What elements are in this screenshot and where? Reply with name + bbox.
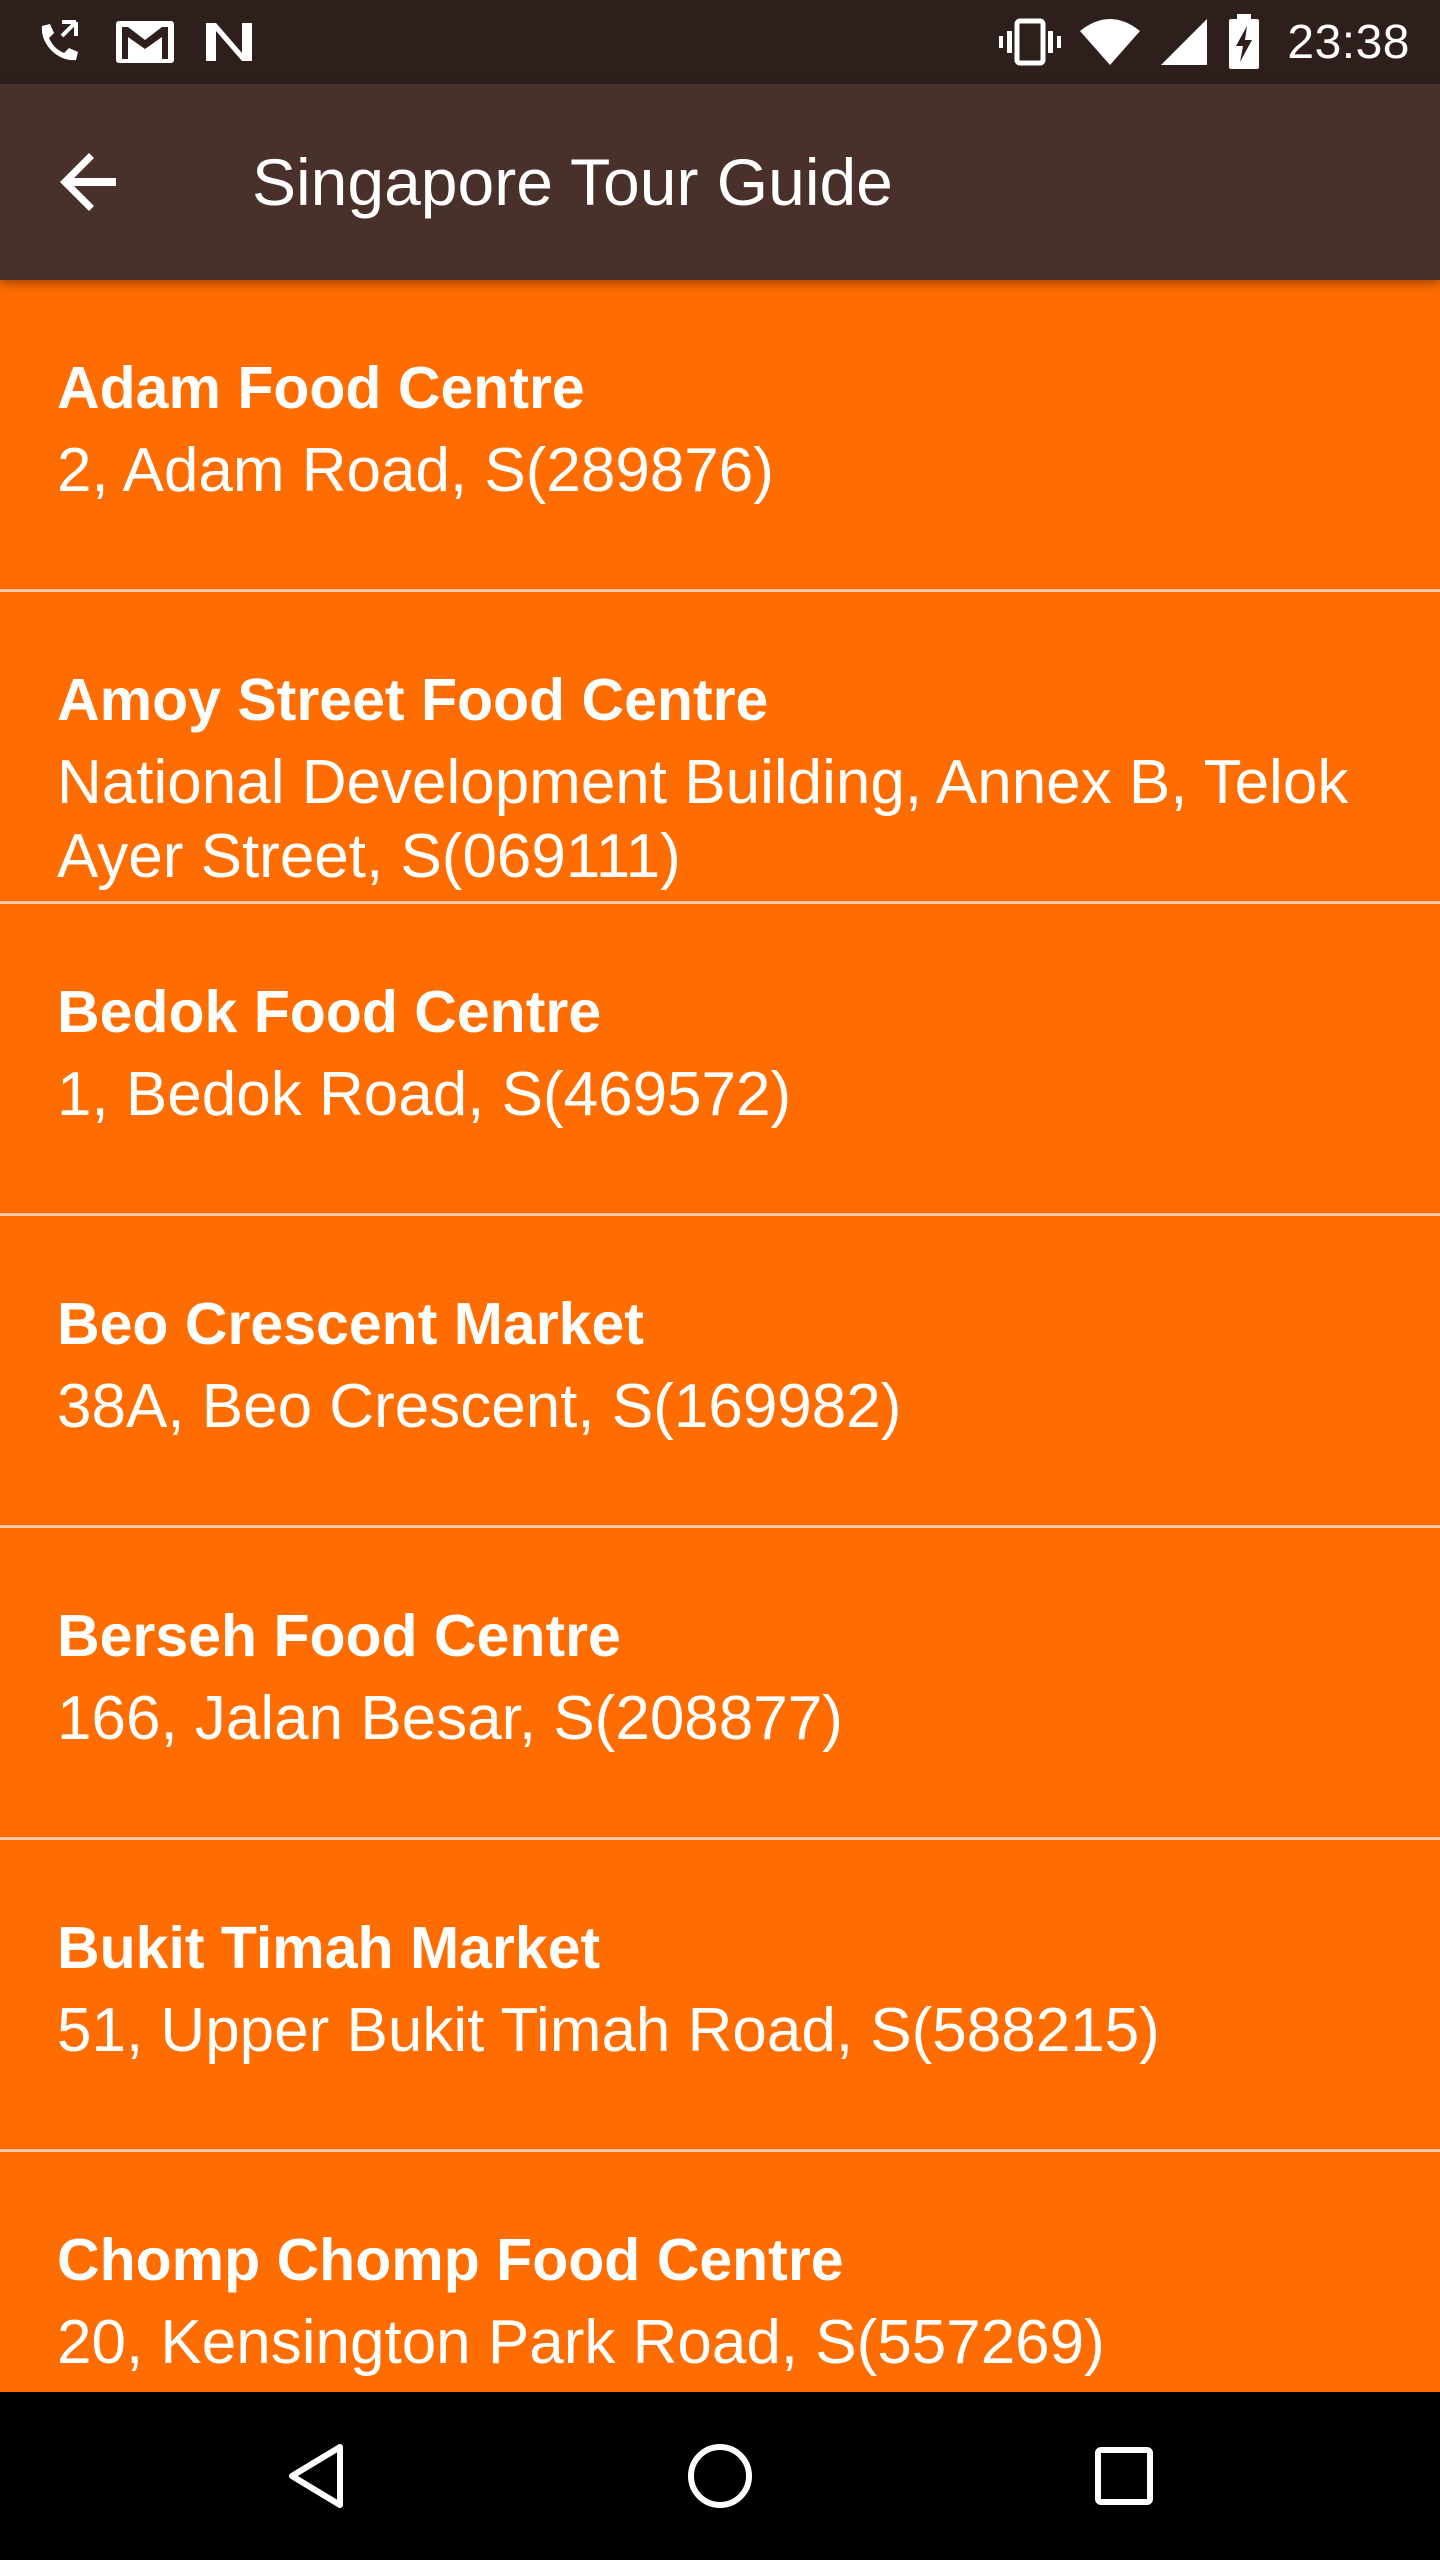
status-time: 23:38 (1287, 15, 1410, 69)
food-centre-name: Amoy Street Food Centre (57, 667, 769, 733)
back-button[interactable] (40, 132, 140, 232)
status-left-icons (32, 14, 256, 70)
vibrate-icon (999, 15, 1062, 69)
food-centre-address: 20, Kensington Park Road, S(557269) (57, 2308, 1105, 2377)
food-centre-name: Chomp Chomp Food Centre (57, 2227, 844, 2293)
wifi-icon (1079, 17, 1141, 67)
list-item[interactable]: Adam Food Centre 2, Adam Road, S(289876) (0, 280, 1440, 592)
status-bar: 23:38 (0, 0, 1440, 84)
food-centre-name: Beo Crescent Market (57, 1291, 644, 1357)
food-centre-name: Bukit Timah Market (57, 1915, 601, 1981)
arrow-back-icon (60, 153, 116, 211)
food-centre-address: 38A, Beo Crescent, S(169982) (57, 1372, 902, 1441)
food-centre-address: National Development Building, Annex B, … (57, 748, 1349, 891)
list-item[interactable]: Amoy Street Food Centre National Develop… (0, 592, 1440, 904)
gmail-icon (114, 17, 176, 67)
list-item[interactable]: Berseh Food Centre 166, Jalan Besar, S(2… (0, 1528, 1440, 1840)
call-forwarding-icon (32, 14, 88, 70)
app-bar: Singapore Tour Guide (0, 84, 1440, 280)
back-triangle-icon (289, 2444, 343, 2508)
list-item[interactable]: Bedok Food Centre 1, Bedok Road, S(46957… (0, 904, 1440, 1216)
nav-back-button[interactable] (266, 2426, 366, 2526)
food-centre-address: 1, Bedok Road, S(469572) (57, 1060, 792, 1129)
recents-square-icon (1095, 2447, 1153, 2505)
food-centre-name: Bedok Food Centre (57, 979, 602, 1045)
status-right-icons: 23:38 (999, 14, 1410, 70)
food-centre-list[interactable]: Adam Food Centre 2, Adam Road, S(289876)… (0, 280, 1440, 2392)
list-item[interactable]: Bukit Timah Market 51, Upper Bukit Timah… (0, 1840, 1440, 2152)
app-title: Singapore Tour Guide (252, 145, 893, 219)
food-centre-address: 51, Upper Bukit Timah Road, S(588215) (57, 1996, 1160, 2065)
home-circle-icon (688, 2444, 752, 2508)
nav-home-button[interactable] (670, 2426, 770, 2526)
food-centre-name: Adam Food Centre (57, 355, 585, 421)
battery-charging-icon (1227, 14, 1261, 70)
food-centre-address: 2, Adam Road, S(289876) (57, 436, 774, 505)
n-notification-icon (202, 17, 256, 67)
list-item[interactable]: Chomp Chomp Food Centre 20, Kensington P… (0, 2152, 1440, 2392)
navigation-bar (0, 2392, 1440, 2560)
screen: 23:38 Singapore Tour Guide Adam Food Cen… (0, 0, 1440, 2560)
food-centre-name: Berseh Food Centre (57, 1603, 621, 1669)
list-item[interactable]: Beo Crescent Market 38A, Beo Crescent, S… (0, 1216, 1440, 1528)
cell-signal-icon (1159, 17, 1209, 67)
food-centre-address: 166, Jalan Besar, S(208877) (57, 1684, 843, 1753)
nav-recents-button[interactable] (1074, 2426, 1174, 2526)
